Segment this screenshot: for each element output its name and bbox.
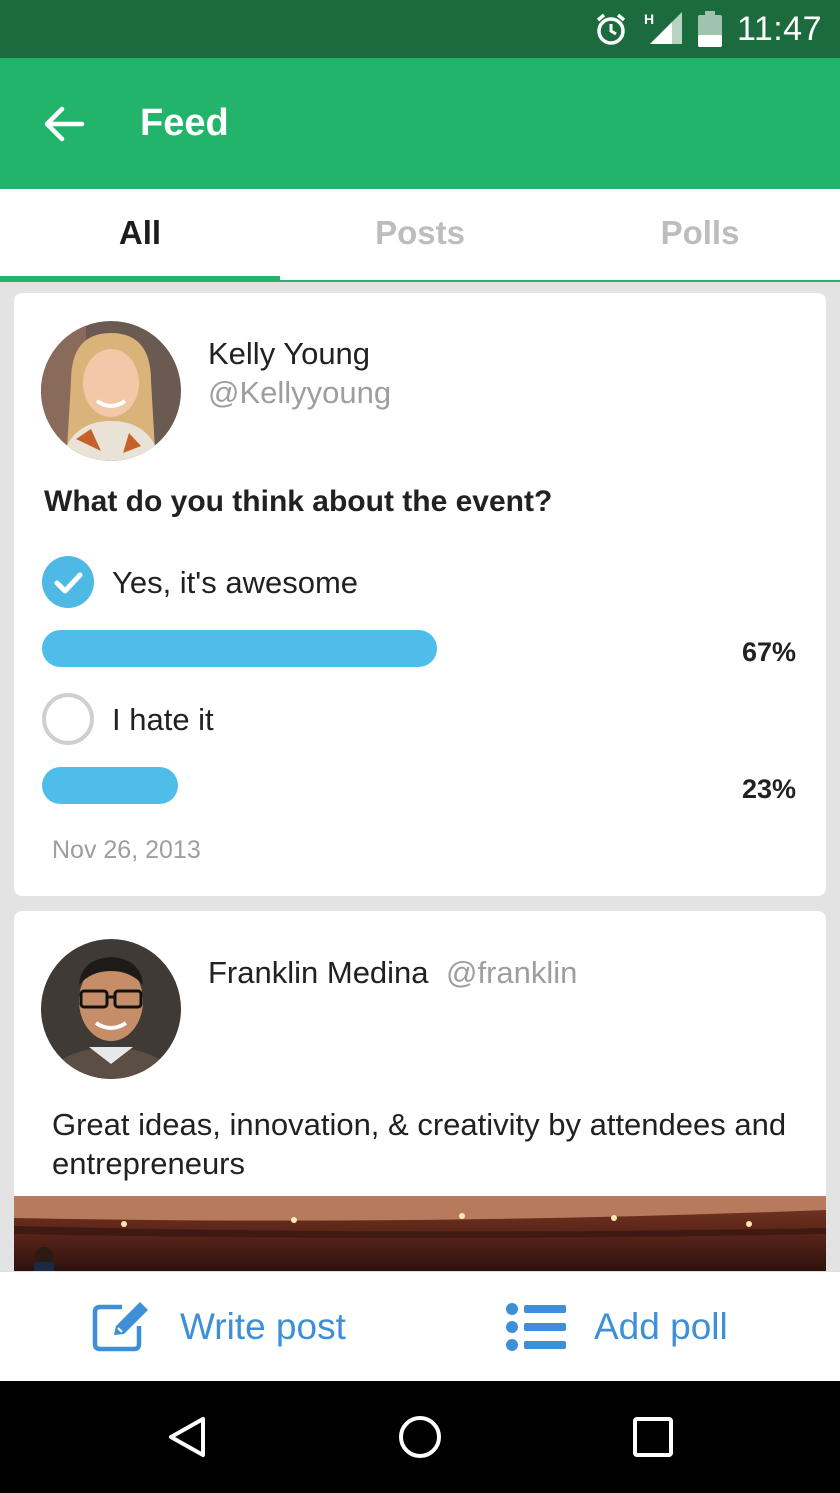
page-title: Feed: [140, 102, 229, 144]
poll-percent: 23%: [741, 774, 796, 804]
back-triangle-icon[interactable]: [163, 1413, 211, 1461]
poll-question: What do you think about the event?: [44, 485, 553, 518]
tab-posts[interactable]: Posts: [280, 189, 560, 279]
poll-card: Kelly Young @Kellyyoung What do you thin…: [14, 293, 826, 896]
checkmark-icon: [54, 572, 83, 594]
add-poll-label[interactable]: Add poll: [594, 1306, 728, 1348]
option-radio-checked[interactable]: [42, 556, 94, 608]
author-handle[interactable]: @franklin: [446, 955, 577, 991]
author-name[interactable]: Kelly Young: [208, 336, 370, 372]
tab-bar: All Posts Polls: [0, 189, 840, 282]
tab-polls[interactable]: Polls: [560, 189, 840, 279]
write-post-button[interactable]: Write post: [92, 1272, 346, 1382]
status-bar: H 11:47: [0, 0, 840, 58]
app-bar: Feed: [0, 58, 840, 189]
add-poll-button[interactable]: Add poll: [506, 1272, 728, 1382]
home-circle-icon[interactable]: [396, 1413, 444, 1461]
list-icon: [506, 1303, 566, 1351]
tab-indicator: [0, 276, 280, 282]
option-label[interactable]: I hate it: [112, 702, 214, 738]
author-name[interactable]: Franklin Medina: [208, 955, 429, 991]
system-nav-bar: [0, 1381, 840, 1493]
battery-icon: [698, 11, 722, 47]
author-handle[interactable]: @Kellyyoung: [208, 375, 391, 411]
poll-result-bar: [42, 630, 437, 667]
option-label[interactable]: Yes, it's awesome: [112, 565, 358, 601]
bottom-action-bar: Write post Add poll: [0, 1271, 840, 1381]
arrow-left-icon[interactable]: [40, 100, 88, 148]
poll-result-bar: [42, 767, 178, 804]
avatar[interactable]: [41, 321, 181, 461]
option-radio-unchecked[interactable]: [42, 693, 94, 745]
avatar[interactable]: [41, 939, 181, 1079]
tab-all[interactable]: All: [0, 189, 280, 279]
svg-text:H: H: [644, 11, 654, 27]
poll-percent: 67%: [741, 637, 796, 667]
post-image[interactable]: [14, 1196, 826, 1271]
alarm-icon: [596, 13, 626, 45]
post-text: Great ideas, innovation, & creativity by…: [52, 1107, 787, 1181]
post-card: Franklin Medina @franklin Great ideas, i…: [14, 911, 826, 1271]
clock: 11:47: [736, 10, 822, 48]
write-post-label[interactable]: Write post: [180, 1306, 346, 1348]
edit-icon: [92, 1302, 148, 1352]
signal-icon: H: [644, 11, 682, 44]
recents-square-icon[interactable]: [629, 1413, 677, 1461]
post-date: Nov 26, 2013: [52, 836, 201, 864]
